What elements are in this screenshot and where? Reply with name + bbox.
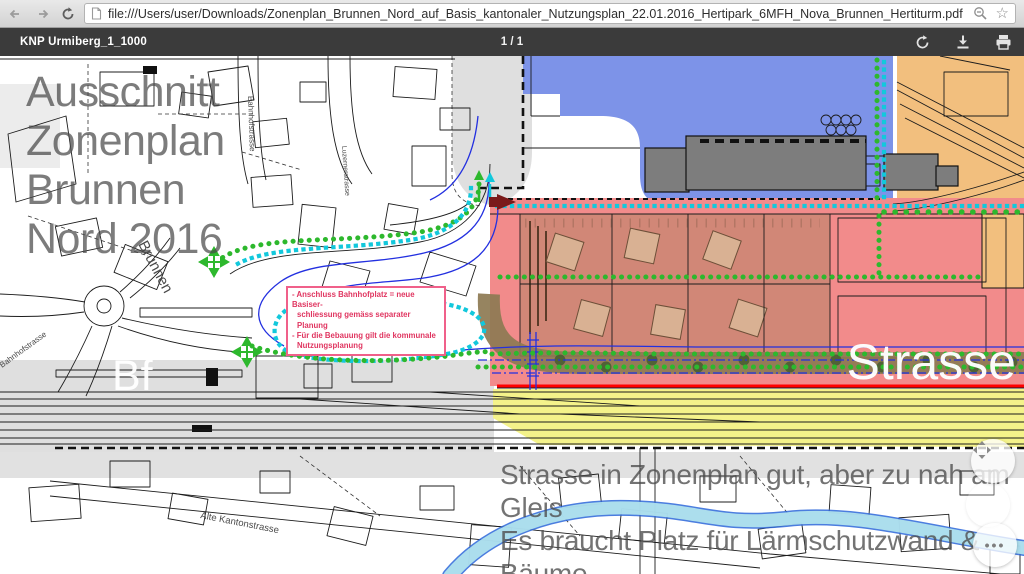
annotation-box: - Anschluss Bahnhofplatz = neue Basiser-… (286, 286, 446, 356)
address-bar[interactable]: file:///Users/user/Downloads/Zonenplan_B… (84, 3, 1016, 24)
forward-arrow-icon (34, 6, 50, 22)
zoom-out-icon[interactable] (973, 6, 988, 21)
zoning-map: Brunnen Bahnhofstrasse Bahnhofstrasse Lu… (0, 56, 1024, 574)
url-text: file:///Users/user/Downloads/Zonenplan_B… (108, 7, 967, 21)
screen: file:///Users/user/Downloads/Zonenplan_B… (0, 0, 1024, 574)
zoom-in-button[interactable] (966, 483, 1010, 527)
browser-toolbar: file:///Users/user/Downloads/Zonenplan_B… (0, 0, 1024, 28)
annotation-line-3: - Für die Bebauung gilt die kommunale (292, 331, 441, 341)
more-options-button[interactable]: ••• (973, 523, 1017, 567)
reload-button[interactable] (58, 4, 78, 24)
page-icon (91, 7, 102, 20)
annotation-line-4: Nutzungsplanung (292, 341, 441, 351)
page-indicator: 1 / 1 (0, 36, 1024, 48)
download-icon[interactable] (955, 34, 971, 50)
back-arrow-icon (8, 6, 24, 22)
forward-button[interactable] (32, 4, 52, 24)
print-icon[interactable] (995, 34, 1012, 50)
back-button[interactable] (6, 4, 26, 24)
fit-to-page-button[interactable] (971, 439, 1015, 483)
bookmark-star-icon[interactable]: ☆ (996, 6, 1009, 21)
pdf-toolbar: KNP Urmiberg_1_1000 1 / 1 (0, 28, 1024, 56)
annotation-line-2: schliessung gemäss separater Planung (292, 310, 441, 330)
annotation-line-1: - Anschluss Bahnhofplatz = neue Basiser- (292, 290, 441, 310)
pdf-viewer: Brunnen Bahnhofstrasse Bahnhofstrasse Lu… (0, 56, 1024, 574)
reload-icon (60, 6, 76, 22)
fit-to-page-icon (971, 439, 993, 461)
rotate-icon[interactable] (914, 34, 931, 51)
